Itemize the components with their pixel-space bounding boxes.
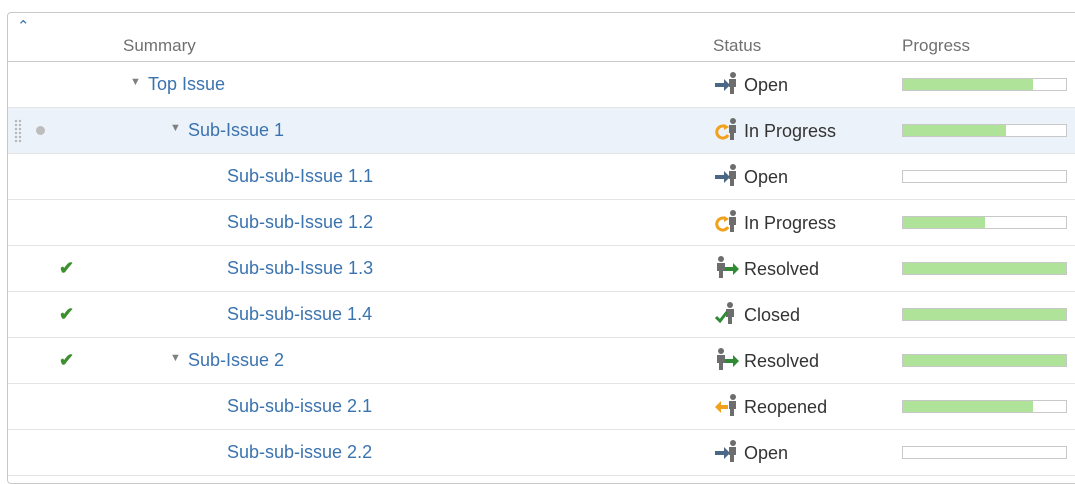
progress-bar-fill	[903, 401, 1034, 412]
column-header-progress[interactable]: Progress	[902, 36, 970, 56]
issue-summary-link[interactable]: Sub-sub-issue 2.2	[227, 442, 372, 463]
issue-status: Resolved	[714, 255, 819, 284]
issue-summary-link[interactable]: Sub-sub-Issue 1.1	[227, 166, 373, 187]
progress-bar-fill	[903, 125, 1006, 136]
issue-status: Open	[714, 163, 788, 192]
column-header-summary[interactable]: Summary	[123, 36, 196, 56]
table-header: ⌃ Summary Status Progress	[8, 13, 1075, 62]
issue-status: In Progress	[714, 209, 836, 238]
table-row[interactable]: ▼ Top Issue Open	[8, 62, 1075, 108]
resolved-check-icon: ✔	[59, 350, 75, 370]
progress-bar	[902, 446, 1067, 459]
status-label: In Progress	[744, 213, 837, 233]
progress-bar	[902, 216, 1067, 229]
table-row[interactable]: Sub-sub-Issue 1.1 Open	[8, 154, 1075, 200]
table-row[interactable]: Sub-sub-issue 2.2 Open	[8, 430, 1075, 476]
row-selection-dot-icon[interactable]	[36, 126, 45, 135]
issue-summary-link[interactable]: Sub-Issue 1	[188, 120, 284, 141]
issue-status: In Progress	[714, 117, 836, 146]
issue-summary-link[interactable]: Sub-Issue 2	[188, 350, 284, 371]
resolved-check-icon: ✔	[59, 258, 75, 278]
table-row[interactable]: ✔ ▼ Sub-Issue 2 Resolved	[8, 338, 1075, 384]
progress-bar-fill	[903, 309, 1066, 320]
in-progress-status-icon	[714, 117, 744, 146]
structure-table: ⌃ Summary Status Progress ▼ Top Issue Open…	[7, 12, 1075, 484]
collapse-all-chevron-up-icon[interactable]: ⌃	[17, 17, 30, 35]
status-label: Open	[744, 75, 789, 95]
status-label: Reopened	[744, 397, 828, 417]
issue-status: Resolved	[714, 347, 819, 376]
resolved-check-icon: ✔	[59, 304, 75, 324]
status-label: In Progress	[744, 121, 837, 141]
issue-summary-link[interactable]: Sub-sub-issue 2.1	[227, 396, 372, 417]
table-row[interactable]: ✔ Sub-sub-Issue 1.3 Resolved	[8, 246, 1075, 292]
status-label: Open	[744, 443, 789, 463]
issue-status: Open	[714, 439, 788, 468]
issue-status: Closed	[714, 301, 800, 330]
table-body: ▼ Top Issue Open ▼ Sub-Issue 1 In Progress Sub…	[8, 62, 1075, 476]
table-row[interactable]: ✔ Sub-sub-issue 1.4 Closed	[8, 292, 1075, 338]
progress-bar	[902, 354, 1067, 367]
table-row[interactable]: ▼ Sub-Issue 1 In Progress	[8, 108, 1075, 154]
status-label: Open	[744, 167, 789, 187]
status-label: Resolved	[744, 351, 820, 371]
expand-chevron-down-icon[interactable]: ▼	[170, 352, 181, 364]
resolved-status-icon	[714, 255, 744, 284]
status-label: Resolved	[744, 259, 820, 279]
progress-bar-fill	[903, 217, 985, 228]
progress-bar	[902, 262, 1067, 275]
progress-bar-fill	[903, 79, 1034, 90]
expand-chevron-down-icon[interactable]: ▼	[170, 122, 181, 134]
drag-handle-icon[interactable]	[14, 119, 22, 143]
progress-bar	[902, 400, 1067, 413]
table-row[interactable]: Sub-sub-issue 2.1 Reopened	[8, 384, 1075, 430]
table-row[interactable]: Sub-sub-Issue 1.2 In Progress	[8, 200, 1075, 246]
in-progress-status-icon	[714, 209, 744, 238]
reopened-status-icon	[714, 393, 744, 422]
closed-status-icon	[714, 301, 744, 330]
issue-summary-link[interactable]: Sub-sub-Issue 1.3	[227, 258, 373, 279]
issue-status: Open	[714, 71, 788, 100]
progress-bar	[902, 308, 1067, 321]
expand-chevron-down-icon[interactable]: ▼	[130, 76, 141, 88]
open-status-icon	[714, 439, 744, 468]
issue-summary-link[interactable]: Sub-sub-issue 1.4	[227, 304, 372, 325]
progress-bar	[902, 78, 1067, 91]
open-status-icon	[714, 71, 744, 100]
issue-summary-link[interactable]: Sub-sub-Issue 1.2	[227, 212, 373, 233]
issue-summary-link[interactable]: Top Issue	[148, 74, 225, 95]
progress-bar	[902, 170, 1067, 183]
progress-bar-fill	[903, 263, 1066, 274]
column-header-status[interactable]: Status	[713, 36, 761, 56]
open-status-icon	[714, 163, 744, 192]
issue-status: Reopened	[714, 393, 827, 422]
progress-bar	[902, 124, 1067, 137]
progress-bar-fill	[903, 355, 1066, 366]
resolved-status-icon	[714, 347, 744, 376]
status-label: Closed	[744, 305, 801, 325]
